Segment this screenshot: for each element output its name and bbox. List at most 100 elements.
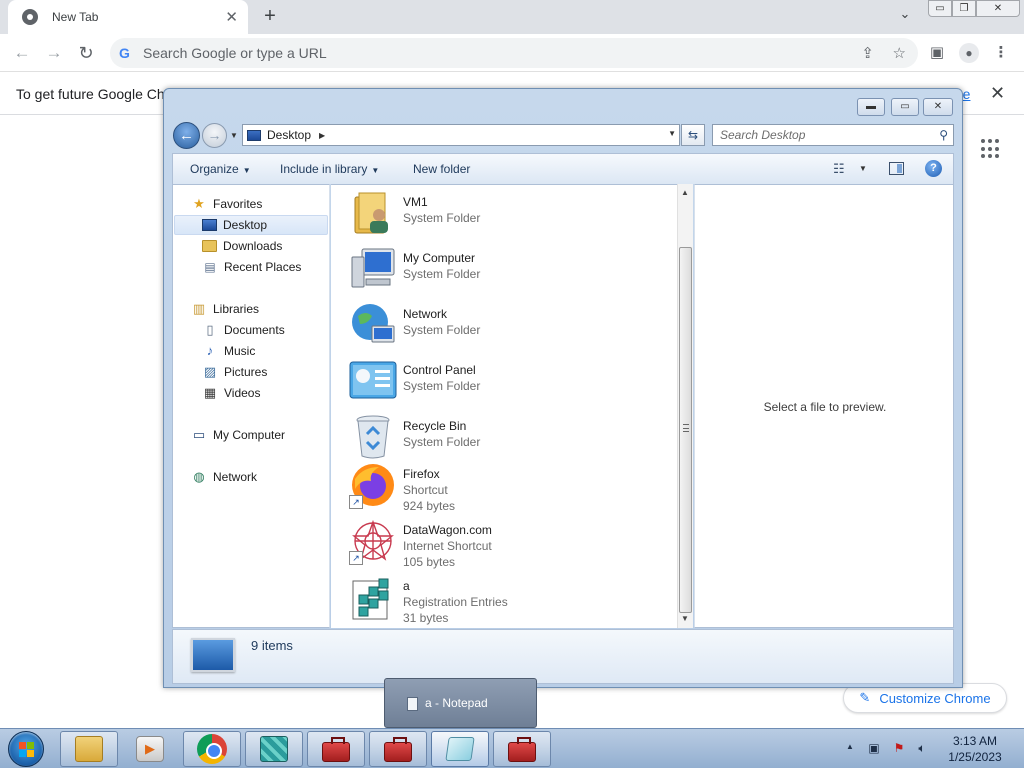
file-item-a-reg[interactable]: a Registration Entries 31 bytes (349, 571, 669, 625)
omnibox[interactable]: G ⇪ ☆ (110, 38, 918, 68)
forward-button[interactable]: → (43, 42, 65, 64)
explorer-back-button[interactable]: ← (173, 122, 200, 149)
file-list: VM1 System Folder My Computer System Fol… (331, 184, 677, 628)
organize-label: Organize (190, 162, 239, 176)
computer-icon (349, 245, 397, 293)
file-item-network[interactable]: Network System Folder (349, 299, 669, 353)
tree-network[interactable]: ◍ Network (191, 467, 257, 487)
profile-icon[interactable]: ● (958, 42, 980, 64)
preview-pane-icon[interactable] (889, 162, 904, 175)
taskbar-toolbox-button-1[interactable] (307, 731, 365, 767)
tab-close-icon[interactable]: ✕ (225, 8, 238, 26)
refresh-button[interactable]: ⇆ (681, 124, 705, 146)
file-item-vm1[interactable]: VM1 System Folder (349, 187, 669, 241)
action-center-alert-icon[interactable]: ⚑ (891, 740, 907, 756)
tree-libraries[interactable]: ▥ Libraries (191, 299, 259, 319)
reload-button[interactable]: ↻ (75, 42, 97, 64)
change-view-icon[interactable]: ☷ (833, 161, 845, 177)
search-box[interactable]: ⚲ (712, 124, 954, 146)
window-close-button[interactable]: ✕ (976, 0, 1020, 17)
desktop-thumbnail-icon (191, 638, 235, 672)
scroll-down-icon[interactable]: ▼ (681, 614, 689, 623)
address-dropdown-icon[interactable]: ▼ (668, 129, 676, 138)
new-folder-button[interactable]: New folder (413, 162, 470, 176)
chrome-favicon-icon (22, 9, 38, 25)
taskbar-regedit-button[interactable] (245, 731, 303, 767)
file-item-recycle-bin[interactable]: Recycle Bin System Folder (349, 411, 669, 465)
tab-new-tab[interactable]: New Tab ✕ (8, 0, 248, 34)
file-item-firefox[interactable]: ↗ Firefox Shortcut 924 bytes (349, 459, 669, 513)
chrome-toolbar: ← → ↻ G ⇪ ☆ ▣ ● ⋮ (0, 34, 1024, 72)
pencil-icon: ✎ (859, 690, 871, 705)
tree-recent-places[interactable]: ▤ Recent Places (202, 257, 301, 277)
side-panel-icon[interactable]: ▣ (926, 42, 948, 64)
apps-grid-icon[interactable] (981, 139, 1001, 159)
taskbar-explorer-button[interactable] (60, 731, 118, 767)
file-name: VM1 (403, 195, 428, 209)
chevron-down-icon: ▼ (242, 166, 251, 175)
toolbox-icon (322, 737, 350, 762)
start-button[interactable] (8, 731, 44, 767)
file-list-scrollbar[interactable]: ▲ ▼ (677, 184, 693, 628)
tree-documents[interactable]: ▯ Documents (202, 320, 285, 340)
back-button[interactable]: ← (11, 42, 33, 64)
tree-music[interactable]: ♪ Music (202, 341, 256, 361)
tab-search-button[interactable]: ⌄ (893, 6, 917, 28)
chevron-right-icon[interactable]: ▶ (319, 131, 325, 140)
new-tab-button[interactable]: + (258, 4, 282, 28)
chevron-down-icon: ▼ (371, 166, 380, 175)
recent-pages-dropdown[interactable]: ▼ (230, 131, 238, 140)
explorer-close-button[interactable]: ✕ (923, 98, 953, 116)
scroll-up-icon[interactable]: ▲ (681, 188, 689, 197)
file-size: 31 bytes (403, 611, 449, 625)
tree-videos[interactable]: ▦ Videos (202, 383, 261, 403)
taskbar-notepad-button[interactable] (431, 731, 489, 767)
tree-downloads[interactable]: Downloads (202, 236, 282, 256)
taskbar-chrome-button[interactable] (183, 731, 241, 767)
share-icon[interactable]: ⇪ (861, 44, 874, 62)
search-input[interactable] (720, 125, 920, 145)
volume-icon[interactable]: 🔈︎ (914, 740, 930, 756)
tree-desktop[interactable]: Desktop (174, 215, 328, 235)
organize-button[interactable]: Organize ▼ (190, 162, 251, 176)
system-clock[interactable]: 3:13 AM 1/25/2023 (938, 733, 1012, 765)
info-bar-close-icon[interactable]: ✕ (990, 83, 1005, 104)
address-location[interactable]: Desktop (267, 128, 311, 142)
file-item-my-computer[interactable]: My Computer System Folder (349, 243, 669, 297)
network-tray-icon[interactable]: ▣ (866, 740, 882, 756)
notepad-icon (407, 697, 418, 711)
include-in-library-button[interactable]: Include in library ▼ (280, 162, 379, 176)
address-bar[interactable]: Desktop ▶ ▼ (242, 124, 680, 146)
menu-icon[interactable]: ⋮ (990, 42, 1012, 64)
explorer-minimize-button[interactable]: ▬ (857, 98, 885, 116)
explorer-forward-button[interactable]: → (202, 123, 227, 148)
file-item-datawagon[interactable]: ↗ DataWagon.com Internet Shortcut 105 by… (349, 515, 669, 569)
internet-shortcut-icon: ↗ (349, 517, 397, 565)
regedit-icon (260, 736, 288, 762)
recycle-bin-icon (349, 413, 397, 461)
chrome-tab-strip: New Tab ✕ + ⌄ ▭ ❐ ✕ (0, 0, 1024, 34)
explorer-maximize-button[interactable]: ▭ (891, 98, 919, 116)
taskbar-toolbox-button-3[interactable] (493, 731, 551, 767)
notepad-taskbar-thumbnail[interactable]: a - Notepad (384, 678, 537, 728)
views-dropdown-icon[interactable]: ▼ (859, 164, 867, 173)
scroll-thumb[interactable] (679, 247, 692, 613)
registry-file-icon (349, 573, 397, 621)
file-type: Internet Shortcut (403, 539, 492, 553)
window-restore-button[interactable]: ❐ (952, 0, 976, 17)
tree-pictures[interactable]: ▨ Pictures (202, 362, 268, 382)
tree-label: Documents (224, 323, 285, 337)
network-globe-icon (349, 301, 397, 349)
window-minimize-button[interactable]: ▭ (928, 0, 952, 17)
taskbar-media-player-button[interactable] (121, 731, 179, 767)
search-icon[interactable]: ⚲ (939, 128, 948, 142)
star-icon[interactable]: ☆ (893, 44, 906, 62)
help-icon[interactable]: ? (925, 160, 942, 177)
omnibox-input[interactable] (143, 45, 823, 61)
taskbar-toolbox-button-2[interactable] (369, 731, 427, 767)
tree-favorites[interactable]: ★ Favorites (191, 194, 262, 214)
media-player-icon (136, 736, 164, 762)
file-item-control-panel[interactable]: Control Panel System Folder (349, 355, 669, 409)
show-hidden-icons-icon[interactable]: ▲ (846, 742, 854, 751)
tree-my-computer[interactable]: ▭ My Computer (191, 425, 285, 445)
